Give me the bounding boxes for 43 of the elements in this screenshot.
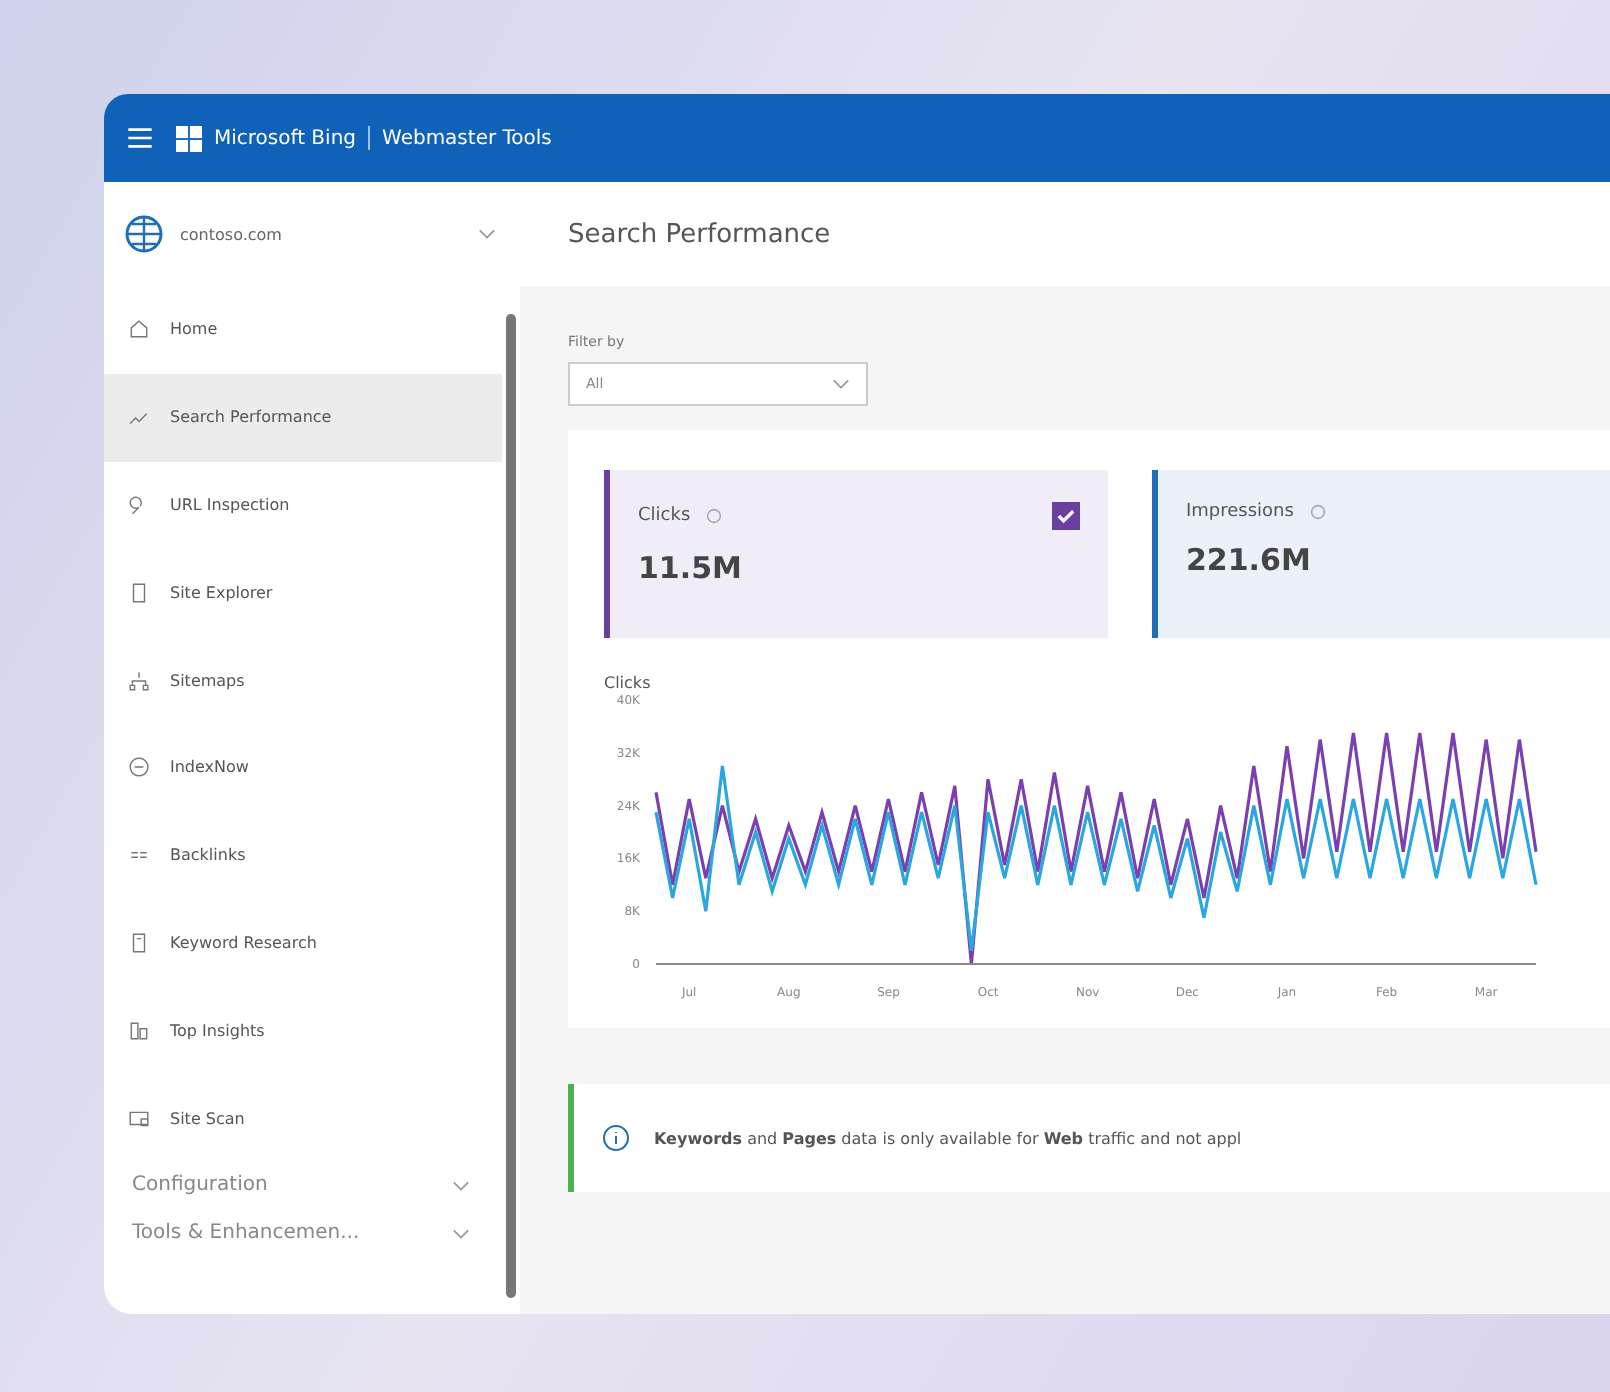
sidebar-item[interactable]: Search Performance [104, 373, 502, 462]
nav-icon [128, 931, 150, 954]
metric-label: Impressions [1186, 502, 1294, 522]
metric-value: 11.5M [638, 550, 744, 586]
nav-icon [128, 581, 150, 604]
product-name: Webmaster Tools [382, 127, 552, 149]
chevron-down-icon [832, 378, 850, 390]
brand-name: Microsoft Bing [214, 127, 357, 149]
sidebar-item[interactable]: Site Scan [104, 1074, 502, 1162]
metric-label: Clicks [638, 506, 691, 526]
metric-value: 221.6M [1186, 542, 1313, 578]
sidebar-item[interactable]: Top Insights [104, 986, 502, 1075]
nav-icon [128, 756, 150, 779]
metric-checkbox[interactable] [1052, 502, 1080, 530]
scrollbar[interactable] [506, 314, 516, 1298]
sidebar-item[interactable]: Sitemaps [104, 636, 502, 724]
nav-icon [128, 1019, 150, 1042]
chevron-down-icon [478, 228, 496, 240]
sidebar-section[interactable]: Configuration [104, 1161, 502, 1210]
nav-icon [128, 318, 150, 341]
chart-title: Clicks [604, 674, 653, 692]
sidebar-section[interactable]: Tools & Enhancemen... [104, 1209, 502, 1258]
site-picker[interactable]: contoso.com [104, 182, 520, 286]
metric-card[interactable]: Impressions 221.6M [1152, 470, 1610, 638]
sidebar-item[interactable]: URL Inspection [104, 461, 502, 549]
page-title: Search Performance [568, 219, 831, 249]
logo-icon [176, 125, 202, 151]
info-icon [706, 508, 723, 524]
notice-text: Keywords and Pages data is only available for Web traffic and not appl [654, 1129, 1242, 1147]
info-icon [602, 1124, 630, 1152]
sidebar-item[interactable]: Site Explorer [104, 548, 502, 637]
sidebar-item[interactable]: Backlinks [104, 811, 502, 900]
menu-icon[interactable] [128, 128, 152, 148]
globe-icon [124, 214, 164, 254]
sidebar-item[interactable]: Home [104, 286, 502, 374]
chevron-icon [452, 1179, 470, 1192]
nav-icon [128, 1107, 150, 1130]
sidebar-item[interactable]: Keyword Research [104, 899, 502, 987]
nav-icon [128, 669, 150, 692]
chevron-icon [452, 1227, 470, 1240]
metric-card[interactable]: Clicks 11.5M [604, 470, 1108, 638]
sidebar-item[interactable]: IndexNow [104, 723, 502, 812]
info-icon [1309, 504, 1326, 520]
